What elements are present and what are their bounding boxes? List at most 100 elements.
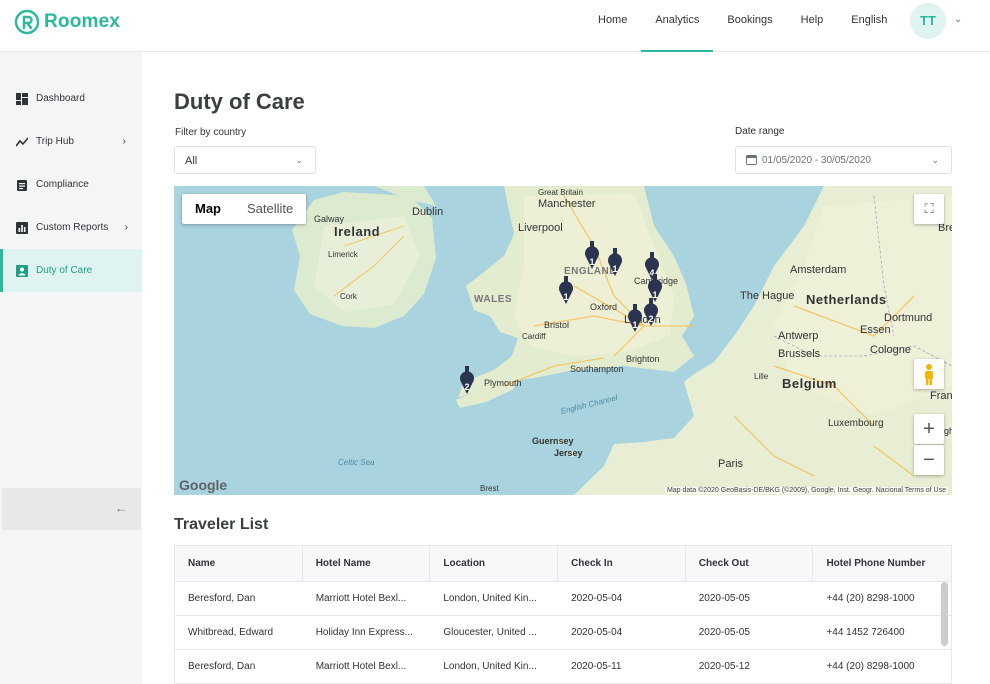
map-label: Cardiff — [522, 332, 546, 341]
map-type-satellite[interactable]: Satellite — [234, 194, 306, 224]
map-label: Guernsey — [532, 436, 574, 446]
column-header-check-in[interactable]: Check In — [558, 546, 686, 581]
map-label: Plymouth — [484, 378, 522, 388]
fullscreen-button[interactable]: ⛶ — [914, 194, 944, 224]
cell-hotel-name: Marriott Hotel Bexl... — [315, 661, 407, 672]
clipboard-icon — [17, 179, 27, 191]
sidebar-item-dashboard[interactable]: Dashboard — [0, 77, 142, 120]
map-label: Bristol — [544, 320, 570, 330]
sidebar: Dashboard Trip Hub › Compliance Custom R… — [0, 52, 142, 684]
cell-check-in: 2020-05-04 — [571, 627, 623, 638]
sidebar-item-compliance[interactable]: Compliance — [0, 163, 142, 206]
sidebar-item-custom-reports[interactable]: Custom Reports › — [0, 206, 142, 249]
traveler-table: Name Hotel Name Location Check In Check … — [174, 545, 952, 684]
cell-check-in: 2020-05-04 — [571, 593, 623, 604]
filter-country-label: Filter by country — [175, 127, 247, 138]
map-type-map[interactable]: Map — [182, 194, 234, 224]
page-title: Duty of Care — [174, 89, 305, 114]
country-filter-select[interactable]: All ⌄ — [174, 146, 316, 174]
traveler-list-title: Traveler List — [174, 516, 269, 533]
cell-check-out: 2020-05-05 — [698, 593, 750, 604]
map-pin[interactable]: 1 — [627, 304, 643, 332]
sidebar-item-duty-of-care[interactable]: Duty of Care — [0, 249, 142, 292]
sidebar-item-trip-hub[interactable]: Trip Hub › — [0, 120, 142, 163]
pin-count: 2 — [648, 314, 654, 324]
cell-hotel-phone: +44 (20) 8298-1000 — [826, 661, 915, 672]
map-label: The Hague — [740, 290, 795, 302]
map-label: Celtic Sea — [338, 458, 375, 467]
date-range-picker[interactable]: 01/05/2020 - 30/05/2020 ⌄ — [735, 146, 952, 174]
arrow-left-icon: ← — [115, 501, 127, 515]
map-label: Limerick — [328, 250, 358, 259]
map-label: Lille — [754, 372, 769, 381]
map-label: Brussels — [778, 348, 821, 360]
map-label: Liverpool — [518, 222, 563, 234]
map-label: Dublin — [412, 206, 444, 218]
map-label: Manchester — [538, 198, 596, 210]
nav-help[interactable]: Help — [787, 0, 838, 52]
top-nav: Home Analytics Bookings Help English — [584, 0, 901, 52]
zoom-in-button[interactable]: + — [914, 414, 944, 444]
cell-location: London, United Kin... — [443, 593, 537, 604]
map-label: Essen — [860, 324, 891, 336]
map-view[interactable]: Map Satellite Great Britain Manchester G… — [174, 186, 952, 495]
cell-check-out: 2020-05-12 — [698, 661, 750, 672]
sidebar-item-label: Trip Hub — [36, 136, 74, 147]
map-pin[interactable]: 2 — [643, 298, 659, 326]
map-pin[interactable]: 2 — [459, 366, 475, 394]
map-label: Antwerp — [778, 330, 819, 342]
sidebar-item-label: Duty of Care — [36, 265, 93, 276]
column-header-location[interactable]: Location — [430, 546, 559, 581]
zoom-out-button[interactable]: − — [914, 445, 944, 475]
map-label: gh — [944, 426, 952, 436]
map-label: WALES — [474, 294, 513, 305]
map-attribution[interactable]: Map data ©2020 GeoBasis-DE/BKG (©2009), … — [664, 487, 948, 494]
sidebar-item-label: Dashboard — [36, 93, 85, 104]
map-pin[interactable]: 1 — [558, 276, 574, 304]
cell-hotel-phone: +44 (20) 8298-1000 — [826, 593, 915, 604]
pin-count: 1 — [589, 257, 595, 267]
nav-analytics[interactable]: Analytics — [641, 0, 714, 52]
cell-name: Whitbread, Edward — [188, 627, 274, 638]
map-label: Cologne — [870, 344, 911, 356]
column-header-name[interactable]: Name — [175, 546, 303, 581]
map-label: Fran — [930, 390, 952, 402]
map-label: Netherlands — [806, 292, 887, 307]
google-logo: Google — [179, 477, 228, 493]
map-pin[interactable]: 1 — [607, 248, 623, 276]
dashboard-icon — [16, 92, 28, 105]
map-label: Brighton — [626, 354, 660, 364]
chevron-down-icon[interactable]: ⌄ — [954, 14, 962, 25]
pin-count: 1 — [632, 320, 638, 330]
map-label: Paris — [718, 458, 744, 470]
cell-hotel-phone: +44 1452 726400 — [826, 627, 905, 638]
cell-check-in: 2020-05-11 — [571, 661, 622, 672]
sidebar-collapse-button[interactable]: ← — [2, 488, 141, 530]
column-header-hotel-phone[interactable]: Hotel Phone Number — [813, 546, 941, 581]
map-label: Dortmund — [884, 312, 933, 324]
roomex-logo-icon — [14, 9, 40, 35]
street-view-pegman[interactable] — [914, 359, 944, 389]
nav-bookings[interactable]: Bookings — [713, 0, 786, 52]
pin-count: 1 — [612, 264, 618, 274]
table-row[interactable]: Beresford, Dan Marriott Hotel Bexl... Lo… — [175, 650, 951, 684]
column-header-hotel-name[interactable]: Hotel Name — [303, 546, 431, 581]
nav-home[interactable]: Home — [584, 0, 641, 52]
map-label: Jersey — [554, 448, 583, 458]
nav-language[interactable]: English — [837, 0, 901, 52]
table-row[interactable]: Beresford, Dan Marriott Hotel Bexl... Lo… — [175, 582, 951, 616]
map-type-toggle: Map Satellite — [182, 194, 307, 224]
map-pin[interactable]: 1 — [584, 241, 600, 269]
country-filter-value: All — [185, 155, 198, 167]
cell-location: Gloucester, United ... — [443, 627, 537, 638]
pin-count: 1 — [563, 292, 569, 302]
cell-name: Beresford, Dan — [188, 661, 256, 672]
chevron-right-icon: › — [122, 136, 126, 147]
cell-hotel-name: Marriott Hotel Bexl... — [315, 593, 407, 604]
table-scrollbar[interactable] — [941, 582, 948, 646]
brand-logo[interactable]: Roomex — [14, 9, 120, 35]
map-label: Belgium — [782, 376, 837, 391]
column-header-check-out[interactable]: Check Out — [686, 546, 814, 581]
table-row[interactable]: Whitbread, Edward Holiday Inn Express...… — [175, 616, 951, 650]
avatar[interactable]: TT — [910, 3, 946, 39]
